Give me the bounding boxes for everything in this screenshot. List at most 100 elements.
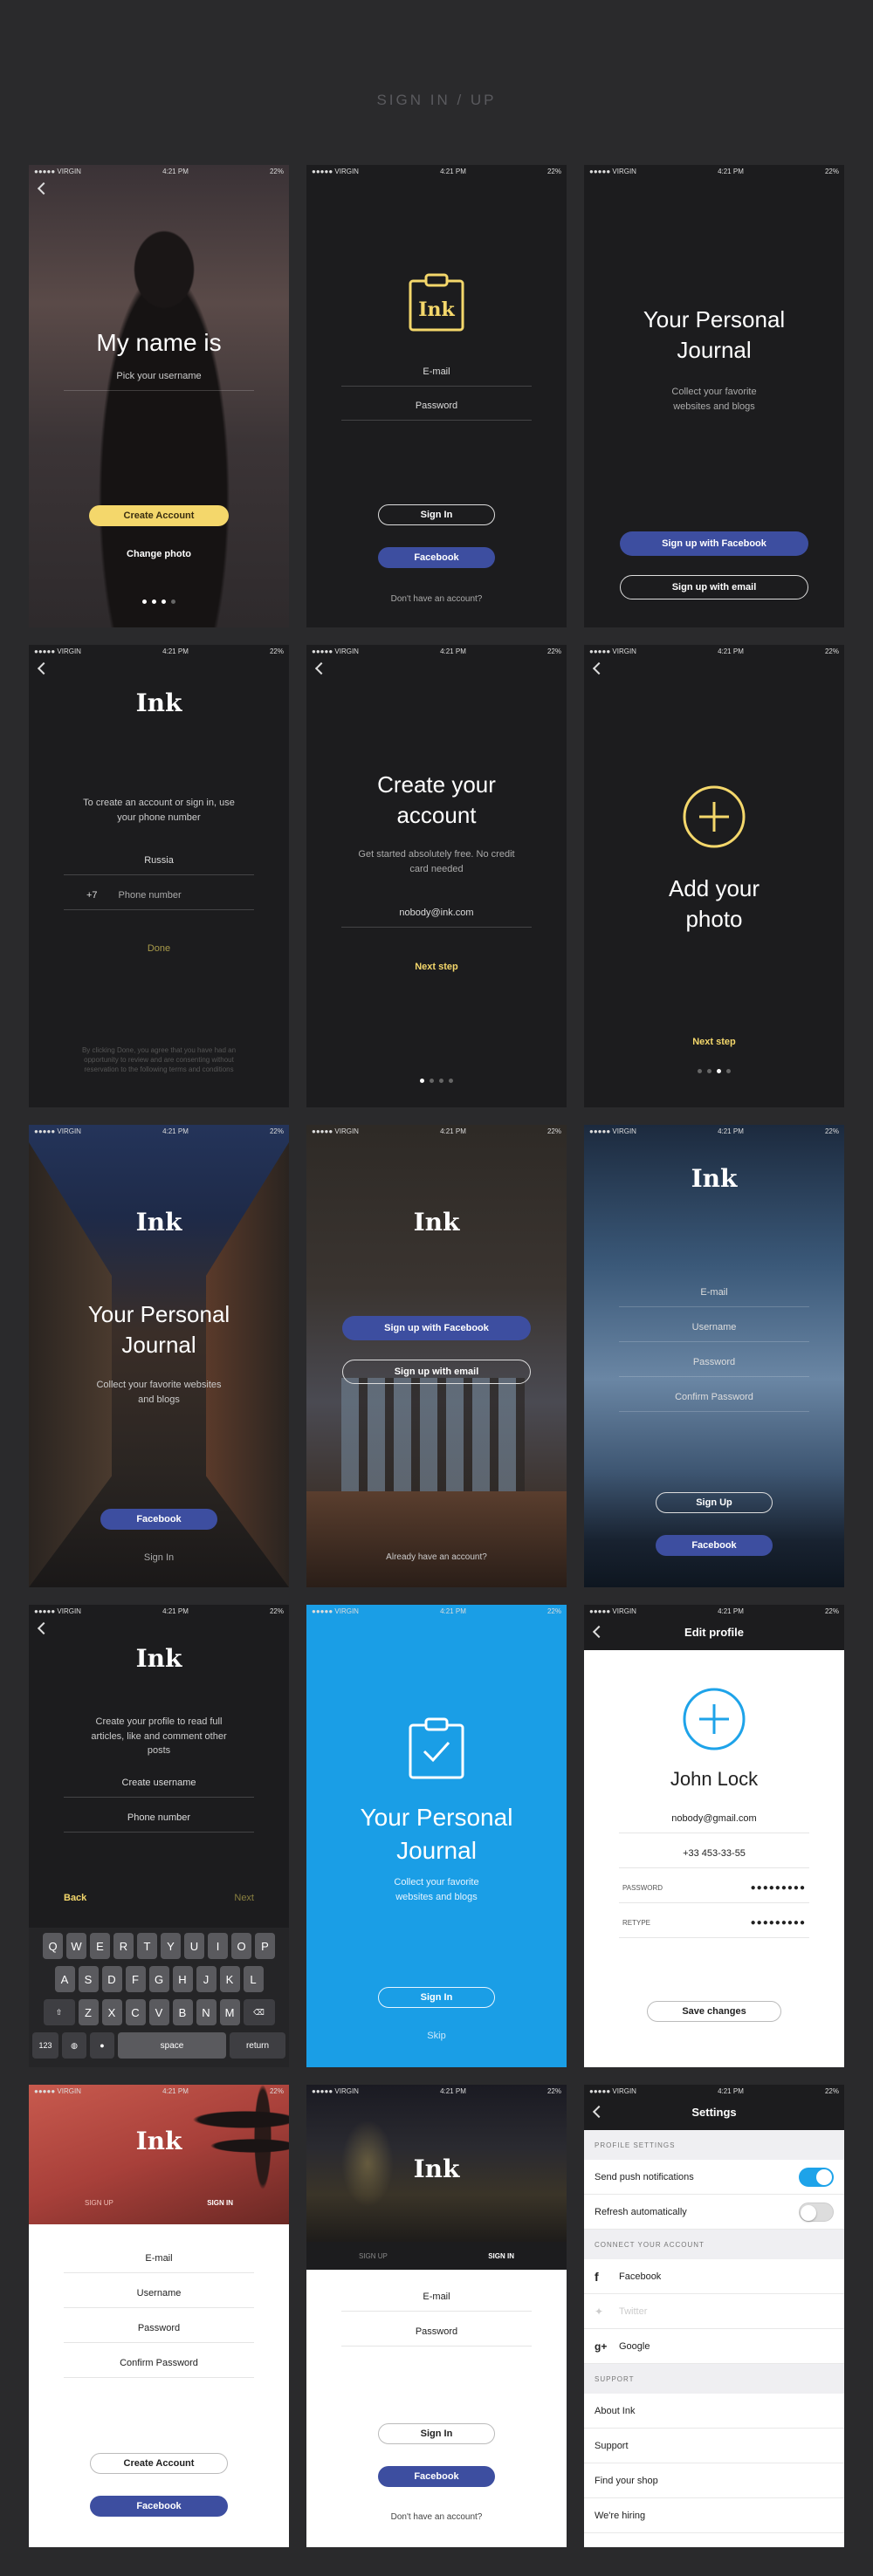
confirm-password-input[interactable]: Confirm Password [619,1382,809,1412]
email-input[interactable]: E-mail [341,2282,532,2312]
key-z[interactable]: Z [78,1999,99,2025]
key-a[interactable]: A [54,1966,75,1992]
back-icon[interactable] [37,661,51,675]
key-g[interactable]: G [148,1966,169,1992]
email-input[interactable]: E-mail [64,2244,254,2273]
key-o[interactable]: O [231,1933,251,1959]
email-input[interactable]: E-mail [619,1278,809,1307]
country-select[interactable]: Russia [64,846,254,875]
tab-sign-in[interactable]: SIGN IN [207,2199,233,2207]
facebook-signup-button[interactable]: Sign up with Facebook [342,1316,531,1340]
create-username-input[interactable]: Create username [64,1768,254,1798]
next-step-button[interactable]: Next step [584,1037,844,1047]
password-input[interactable]: Password [341,391,532,421]
password-input[interactable]: Password [64,2313,254,2343]
phone-input[interactable]: +7 Phone number [64,880,254,910]
back-icon[interactable] [592,661,606,675]
key-y[interactable]: Y [161,1933,181,1959]
email-input[interactable]: nobody@ink.com [341,898,532,928]
key-k[interactable]: K [219,1966,240,1992]
add-photo-icon[interactable] [682,1687,746,1751]
key-w[interactable]: W [66,1933,86,1959]
find-shop-row[interactable]: Find your shop [584,2463,844,2498]
support-row[interactable]: Support [584,2429,844,2463]
about-row[interactable]: About Ink [584,2394,844,2429]
facebook-row[interactable]: f Facebook [584,2259,844,2294]
skip-link[interactable]: Skip [306,2031,567,2041]
facebook-button[interactable]: Facebook [378,2466,495,2487]
key-m[interactable]: M [219,1999,240,2025]
key-e[interactable]: E [90,1933,110,1959]
shift-key[interactable]: ⇧ [43,1999,75,2025]
change-photo-link[interactable]: Change photo [29,549,289,559]
key-q[interactable]: Q [43,1933,63,1959]
username-input[interactable]: Pick your username [64,361,254,391]
back-icon[interactable] [37,182,51,195]
next-step-button[interactable]: Next step [306,962,567,972]
numbers-key[interactable]: 123 [32,2032,58,2059]
push-toggle[interactable] [799,2167,834,2187]
email-signup-button[interactable]: Sign up with email [620,575,808,599]
facebook-button[interactable]: Facebook [100,1509,217,1530]
key-j[interactable]: J [196,1966,217,1992]
add-photo-icon[interactable] [682,784,746,849]
facebook-signup-button[interactable]: Sign up with Facebook [620,531,808,556]
phone-input[interactable]: Phone number [64,1803,254,1833]
no-account-link[interactable]: Don't have an account? [306,2512,567,2522]
sign-in-button[interactable]: Sign In [378,2423,495,2444]
phone-input[interactable]: +33 453-33-55 [619,1839,809,1868]
sign-in-button[interactable]: Sign In [378,1987,495,2008]
return-key[interactable]: return [230,2032,285,2059]
key-s[interactable]: S [78,1966,99,1992]
no-account-link[interactable]: Don't have an account? [306,594,567,604]
twitter-row[interactable]: ✦ Twitter [584,2294,844,2329]
email-input[interactable]: nobody@gmail.com [619,1804,809,1833]
key-l[interactable]: L [243,1966,264,1992]
key-i[interactable]: I [208,1933,228,1959]
back-button[interactable]: Back [64,1893,86,1903]
tab-sign-up[interactable]: SIGN UP [359,2252,388,2260]
password-input[interactable]: Password [619,1347,809,1377]
space-key[interactable]: space [118,2032,226,2059]
email-input[interactable]: E-mail [341,357,532,387]
delete-key[interactable]: ⌫ [243,1999,275,2025]
sign-in-button[interactable]: Sign In [378,504,495,525]
sign-up-button[interactable]: Sign Up [656,1492,773,1513]
tab-sign-in[interactable]: SIGN IN [488,2252,514,2260]
key-h[interactable]: H [172,1966,193,1992]
password-input[interactable]: Password [341,2317,532,2346]
back-icon[interactable] [314,661,328,675]
key-x[interactable]: X [101,1999,122,2025]
globe-icon[interactable]: ◍ [62,2032,86,2059]
key-n[interactable]: N [196,1999,217,2025]
username-input[interactable]: Username [619,1312,809,1342]
done-button[interactable]: Done [29,943,289,954]
facebook-button[interactable]: Facebook [90,2496,228,2517]
confirm-password-input[interactable]: Confirm Password [64,2348,254,2378]
save-changes-button[interactable]: Save changes [647,2001,781,2022]
facebook-button[interactable]: Facebook [656,1535,773,1556]
key-v[interactable]: V [148,1999,169,2025]
create-account-button[interactable]: Create Account [90,2453,228,2474]
next-button[interactable]: Next [234,1893,254,1903]
back-icon[interactable] [37,1621,51,1635]
facebook-button[interactable]: Facebook [378,547,495,568]
username-input[interactable]: Username [64,2278,254,2308]
password-input[interactable]: PASSWORD ●●●●●●●●● [619,1874,809,1903]
retype-input[interactable]: RETYPE ●●●●●●●●● [619,1908,809,1938]
create-account-button[interactable]: Create Account [89,505,229,526]
key-p[interactable]: P [255,1933,275,1959]
key-t[interactable]: T [137,1933,157,1959]
key-b[interactable]: B [172,1999,193,2025]
key-u[interactable]: U [184,1933,204,1959]
key-c[interactable]: C [125,1999,146,2025]
sign-in-link[interactable]: Sign In [29,1552,289,1563]
tab-sign-up[interactable]: SIGN UP [85,2199,113,2207]
already-account-link[interactable]: Already have an account? [306,1552,567,1562]
key-f[interactable]: F [125,1966,146,1992]
hiring-row[interactable]: We're hiring [584,2498,844,2533]
key-r[interactable]: R [113,1933,134,1959]
email-signup-button[interactable]: Sign up with email [342,1360,531,1384]
microphone-icon[interactable]: ● [90,2032,114,2059]
google-row[interactable]: g+ Google [584,2329,844,2364]
